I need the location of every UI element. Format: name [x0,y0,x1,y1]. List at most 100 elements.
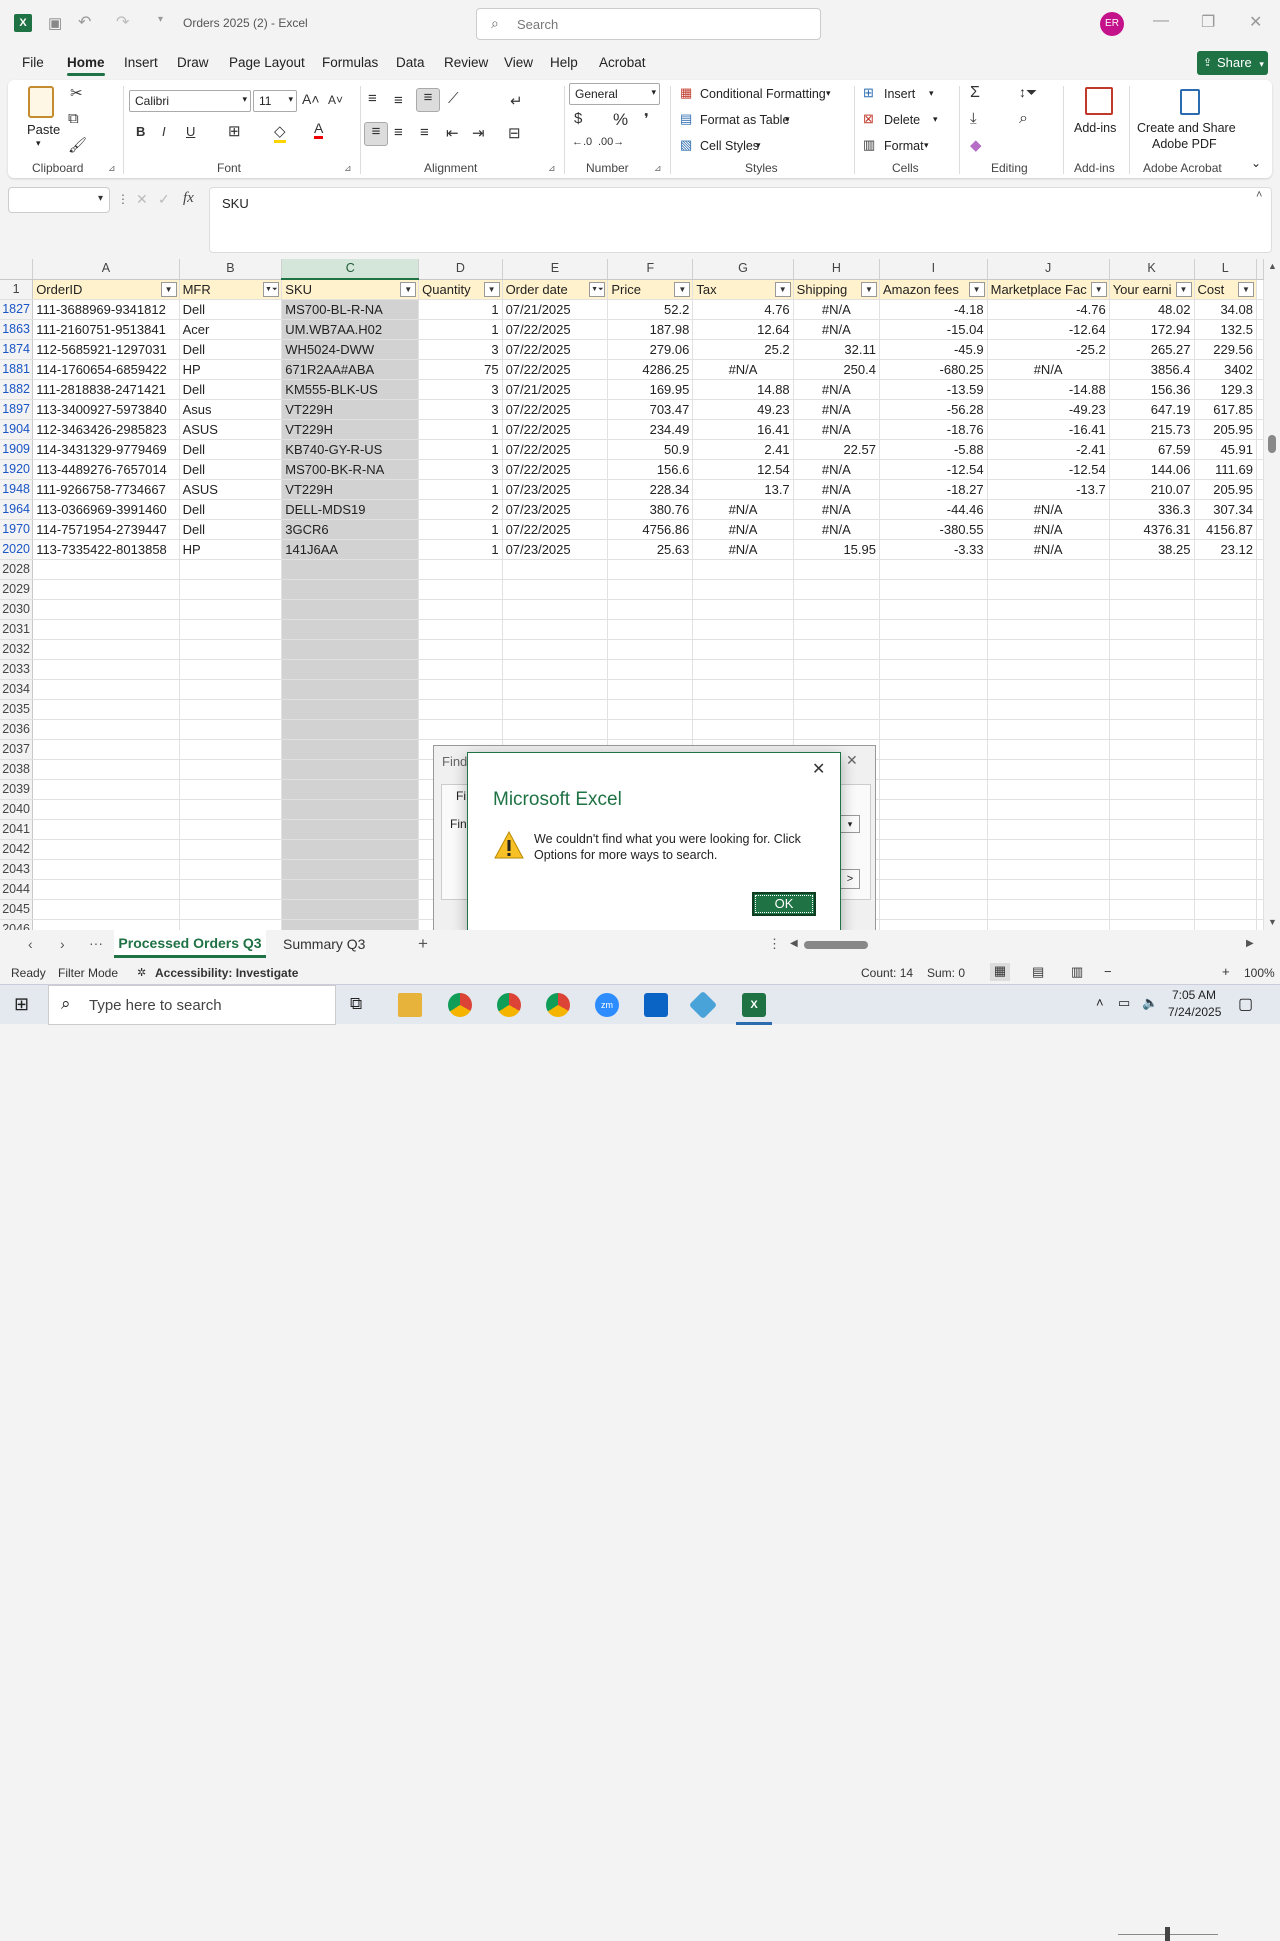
cell[interactable] [793,699,881,720]
cell[interactable] [32,639,180,660]
decrease-indent-icon[interactable]: ⇤ [446,124,459,142]
filter-dropdown-icon[interactable]: ▼ [160,281,177,297]
cell[interactable] [502,659,609,680]
expand-formula-icon[interactable]: ˄ [1256,189,1262,201]
cell[interactable] [502,679,609,700]
cell[interactable]: 265.27 [1109,339,1195,360]
cell[interactable] [692,659,794,680]
cell[interactable] [1256,479,1264,500]
cell[interactable]: -13.59 [879,379,988,400]
cell[interactable] [1256,919,1264,930]
cell[interactable]: 07/21/2025 [502,379,609,400]
filter-active-icon[interactable]: ▼⏷ [263,281,280,297]
cell[interactable] [32,599,180,620]
cell[interactable]: 2.41 [692,439,794,460]
cell[interactable]: #N/A [793,499,881,520]
cell[interactable]: 07/23/2025 [502,499,609,520]
row-header[interactable]: 2043 [0,859,34,880]
cell[interactable] [692,639,794,660]
cell[interactable]: #N/A [793,479,881,500]
accounting-icon[interactable]: $ [574,110,582,127]
cell[interactable]: VT229H [281,399,420,420]
accessibility-status[interactable]: Accessibility: Investigate [155,966,298,980]
cell[interactable]: HP [179,539,283,560]
addins-button[interactable]: Add-ins [1071,85,1123,145]
cell[interactable]: 336.3 [1109,499,1195,520]
cell[interactable]: 32.11 [793,339,881,360]
cell[interactable] [692,699,794,720]
cell[interactable] [502,639,609,660]
restore-icon[interactable]: ❐ [1201,12,1215,32]
cell[interactable]: 38.25 [1109,539,1195,560]
cell[interactable]: 1 [418,479,503,500]
orientation-icon[interactable]: ⟋ [448,90,459,107]
cell[interactable]: 205.95 [1194,479,1257,500]
row-header[interactable]: 1 [0,279,34,300]
cell[interactable]: VT229H [281,479,420,500]
cell[interactable] [1194,639,1257,660]
cell[interactable] [32,719,180,740]
cell[interactable] [1109,819,1195,840]
cell[interactable]: 671R2AA#ABA [281,359,420,380]
cell[interactable] [1256,439,1264,460]
cell[interactable] [32,899,180,920]
font-size-select[interactable]: 11 ▾ [253,90,297,112]
cell[interactable] [1256,459,1264,480]
cell[interactable] [1256,319,1264,340]
cell[interactable] [879,839,988,860]
cell[interactable]: -45.9 [879,339,988,360]
cell[interactable]: 13.7 [692,479,794,500]
cell[interactable] [1256,779,1264,800]
row-header[interactable]: 1970 [0,519,34,540]
cell[interactable] [607,659,694,680]
cell[interactable] [1109,699,1195,720]
cell[interactable] [1194,919,1257,930]
cell[interactable] [1256,639,1264,660]
cell[interactable]: 4756.86 [607,519,694,540]
cell[interactable] [987,839,1110,860]
cell[interactable] [418,679,503,700]
row-header[interactable]: 2033 [0,659,34,680]
cell[interactable]: 141J6AA [281,539,420,560]
cell[interactable] [1109,799,1195,820]
row-header[interactable]: 1897 [0,399,34,420]
cell[interactable] [502,579,609,600]
cell[interactable]: 22.57 [793,439,881,460]
row-header[interactable]: 1827 [0,299,34,320]
cell[interactable] [692,599,794,620]
zoom-in-icon[interactable]: + [1222,964,1230,979]
cell[interactable] [281,559,420,580]
cell[interactable] [1194,699,1257,720]
cell[interactable]: VT229H [281,419,420,440]
filter-dropdown-icon[interactable]: ▼ [1238,281,1254,297]
cell[interactable] [502,619,609,640]
scroll-down-icon[interactable]: ▼ [1268,917,1277,927]
insert-cells-button[interactable]: Insert [884,87,915,101]
cell[interactable]: 279.06 [607,339,694,360]
filter-active-icon[interactable]: ▼⏷ [589,281,606,297]
cell[interactable] [1109,899,1195,920]
cell[interactable] [1109,739,1195,760]
cell[interactable]: #N/A [692,539,794,560]
cell[interactable]: 3402 [1194,359,1257,380]
tab-help[interactable]: Help [550,55,578,70]
taskbar-search[interactable]: ⌕ Type here to search [48,985,336,1025]
cell[interactable] [281,839,420,860]
cell[interactable] [281,599,420,620]
cell[interactable]: UM.WB7AA.H02 [281,319,420,340]
table-header-cell[interactable]: Cost ▼ [1194,279,1257,300]
cell[interactable] [281,899,420,920]
cell[interactable] [281,799,420,820]
volume-icon[interactable]: 🔈 [1142,995,1158,1011]
network-icon[interactable]: ▭ [1118,995,1130,1011]
cell[interactable]: 48.02 [1109,299,1195,320]
cell[interactable]: -12.54 [987,459,1110,480]
cell[interactable]: 114-3431329-9779469 [32,439,180,460]
cell[interactable] [281,739,420,760]
column-header[interactable]: J [987,259,1110,280]
cell[interactable] [32,859,180,880]
cell[interactable] [987,659,1110,680]
cell[interactable] [32,659,180,680]
cell[interactable]: 2 [418,499,503,520]
table-header-cell[interactable]: Tax ▼ [692,279,794,300]
